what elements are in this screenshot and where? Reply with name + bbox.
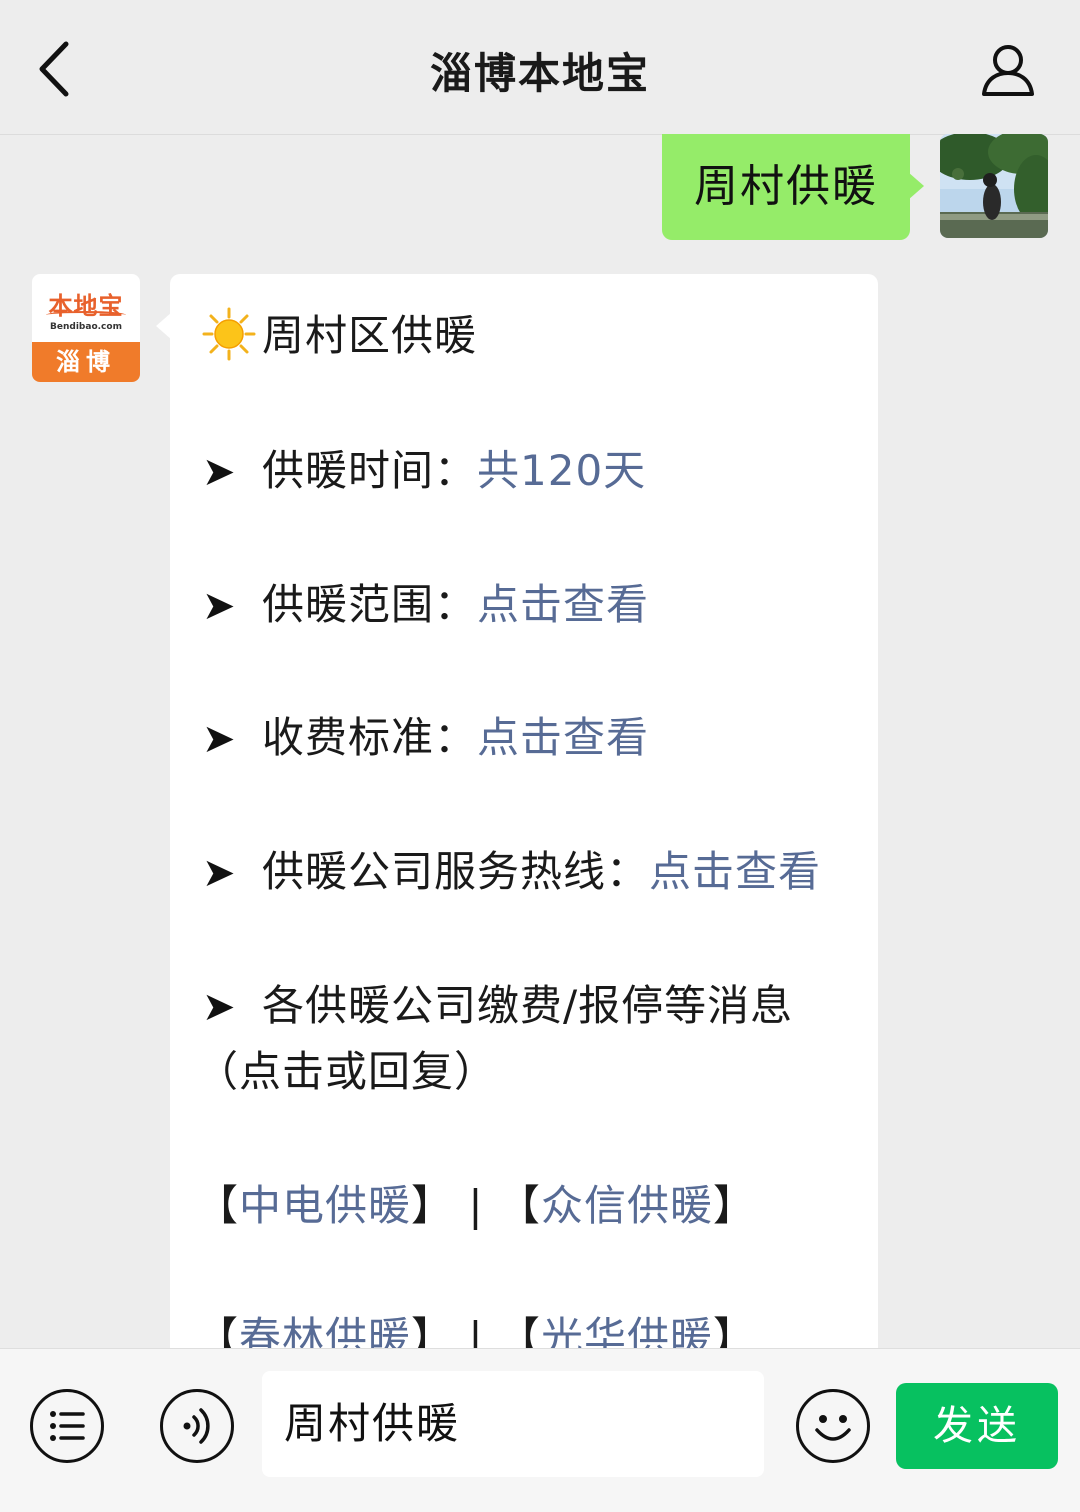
row-label: 各供暖公司缴费/报停等消息 [262,981,794,1030]
send-button[interactable]: 发送 [896,1383,1058,1469]
row-company-news: ➤ 各供暖公司缴费/报停等消息 [202,972,793,1033]
heading-text: 周村区供暖 [262,311,478,360]
bracket-close: 】 [712,1181,756,1230]
bot-avatar[interactable]: 本地宝 Bendibao.com 淄博 [32,274,140,382]
row-hotline: ➤ 供暖公司服务热线：点击查看 [202,838,821,899]
emoji-icon[interactable] [796,1389,870,1463]
companies-row-1: 【中电供暖】 | 【众信供暖】 [196,1172,756,1233]
arrow-icon: ➤ [202,716,237,762]
row-heating-time: ➤ 供暖时间：共120天 [202,437,646,498]
avatar-logo-swoosh [46,311,126,319]
page-title: 淄博本地宝 [429,49,650,98]
arrow-icon: ➤ [202,984,237,1030]
company-link-zhongxin[interactable]: 众信供暖 [541,1181,713,1230]
bracket-open: 【 [497,1313,541,1348]
separator: | [468,1181,484,1230]
bracket-close: 】 [712,1313,756,1348]
row-heating-range: ➤ 供暖范围：点击查看 [202,571,649,632]
avatar-domain: Bendibao.com [50,322,122,332]
heating-range-link[interactable]: 点击查看 [477,580,649,629]
top-bar: 淄博本地宝 [0,0,1080,135]
row-label: 供暖时间： [262,446,478,495]
user-message-bubble[interactable]: 周村供暖 [662,134,924,240]
arrow-icon: ➤ [202,449,237,495]
separator: | [468,1313,484,1348]
bracket-close: 】 [411,1181,455,1230]
arrow-icon: ➤ [202,583,237,629]
hotline-link[interactable]: 点击查看 [649,847,821,896]
bracket-open: 【 [196,1181,240,1230]
bracket-open: 【 [196,1313,240,1348]
bracket-close: 】 [411,1313,455,1348]
company-link-zhongdian[interactable]: 中电供暖 [239,1181,411,1230]
company-link-guanghua[interactable]: 光华供暖 [541,1313,713,1348]
chat-area[interactable]: 周村供暖 本地宝 Bendibao.com 淄博 周村区供暖 ➤ 供暖时间：共1… [0,134,1080,1348]
arrow-icon: ➤ [202,850,237,896]
sun-icon [202,307,262,371]
bracket-open: 【 [497,1181,541,1230]
voice-icon[interactable] [160,1389,234,1463]
row-company-news-hint: （点击或回复） [196,1047,498,1096]
row-label: 供暖范围： [262,580,478,629]
input-bar: 周村供暖 发送 [0,1348,1080,1512]
message-input[interactable]: 周村供暖 [262,1371,764,1477]
profile-icon[interactable] [978,40,1038,100]
heating-time-value[interactable]: 共120天 [477,446,646,495]
company-link-chunlin[interactable]: 春林供暖 [239,1313,411,1348]
row-label: 收费标准： [262,713,478,762]
row-label: 供暖公司服务热线： [262,847,650,896]
bot-message-bubble: 周村区供暖 ➤ 供暖时间：共120天 ➤ 供暖范围：点击查看 ➤ 收费标准：点击查看 … [156,274,878,1348]
row-fee-standard: ➤ 收费标准：点击查看 [202,704,649,765]
companies-row-2: 【春林供暖】 | 【光华供暖】 [196,1304,756,1348]
user-avatar[interactable] [940,134,1048,238]
fee-standard-link[interactable]: 点击查看 [477,713,649,762]
avatar-city: 淄博 [32,342,140,382]
menu-list-icon[interactable] [30,1389,104,1463]
message-heading: 周村区供暖 [202,302,477,371]
